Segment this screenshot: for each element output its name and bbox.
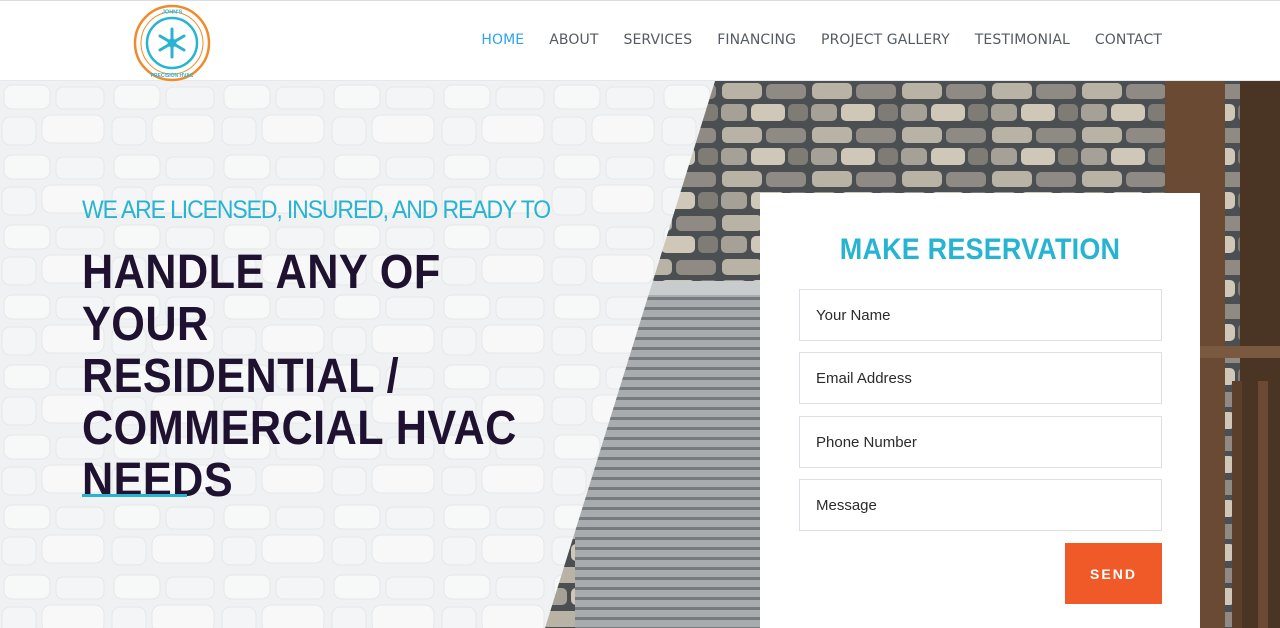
nav-about-link[interactable]: ABOUT	[549, 32, 598, 48]
nav-financing-link[interactable]: FINANCING	[717, 32, 796, 48]
phone-field[interactable]	[799, 416, 1162, 468]
name-field[interactable]	[799, 289, 1162, 341]
form-title: MAKE RESERVATION	[839, 233, 1121, 266]
logo-bottom-text: PRECISION HVAC	[151, 73, 194, 79]
nav-project-gallery-link[interactable]: PROJECT GALLERY	[821, 32, 950, 48]
hero-tagline: WE ARE LICENSED, INSURED, AND READY TO	[82, 196, 551, 224]
nav-contact-link[interactable]: CONTACT	[1095, 32, 1162, 48]
email-field[interactable]	[799, 352, 1162, 404]
hero-section: WE ARE LICENSED, INSURED, AND READY TO H…	[0, 81, 1280, 628]
send-button[interactable]: SEND	[1065, 543, 1162, 604]
message-field[interactable]	[799, 479, 1162, 531]
reservation-form: MAKE RESERVATION SEND	[760, 193, 1200, 628]
main-nav: HOME ABOUT SERVICES FINANCING PROJECT GA…	[456, 32, 1162, 48]
nav-home-link[interactable]: HOME	[481, 32, 524, 48]
site-header: JOHN'S PRECISION HVAC HOME ABOUT SERVICE…	[0, 0, 1280, 83]
nav-services-link[interactable]: SERVICES	[623, 32, 692, 48]
logo-icon[interactable]: JOHN'S PRECISION HVAC	[132, 3, 212, 83]
nav-testimonial-link[interactable]: TESTIMONIAL	[975, 32, 1070, 48]
hero-divider	[82, 494, 187, 497]
logo-top-text: JOHN'S	[162, 10, 183, 16]
hero-headline: HANDLE ANY OF YOUR RESIDENTIAL / COMMERC…	[82, 246, 517, 507]
